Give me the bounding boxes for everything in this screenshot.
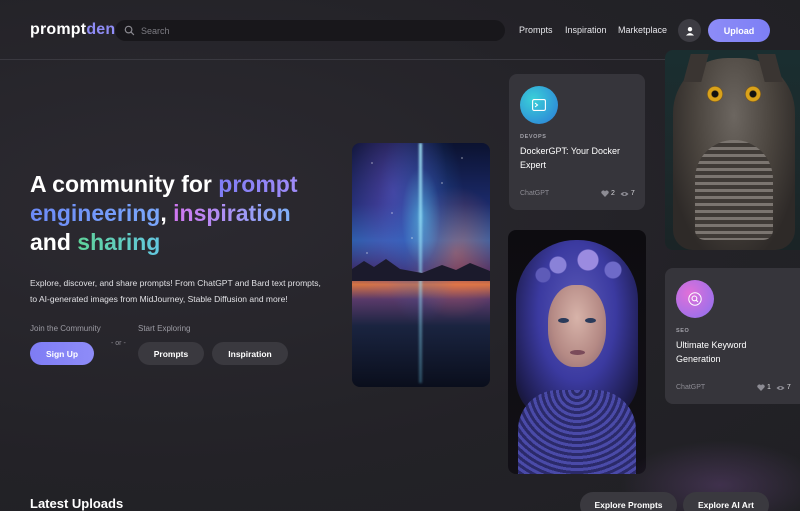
eye-icon xyxy=(776,385,785,390)
prompt-card-dockergpt[interactable]: DEVOPS DockerGPT: Your Docker Expert Cha… xyxy=(509,74,645,210)
latest-uploads-heading: Latest Uploads xyxy=(30,496,124,511)
logo-part-2: den xyxy=(86,21,116,38)
woman-portrait-image[interactable] xyxy=(508,230,646,474)
avatar-button[interactable] xyxy=(678,19,701,42)
nav-prompts[interactable]: Prompts xyxy=(519,25,553,35)
space-landscape-image[interactable] xyxy=(352,143,490,387)
terminal-icon xyxy=(520,86,558,124)
card-likes: 2 xyxy=(611,190,615,197)
card-model: ChatGPT xyxy=(520,190,550,197)
card-category: DEVOPS xyxy=(520,134,547,140)
hero-title-highlight-inspiration: inspiration xyxy=(173,200,291,226)
card-model: ChatGPT xyxy=(676,384,706,391)
logo[interactable]: promptden xyxy=(30,21,115,39)
explore-ai-art-button[interactable]: Explore AI Art xyxy=(683,492,769,511)
nav-inspiration[interactable]: Inspiration xyxy=(565,25,607,35)
heart-icon xyxy=(601,190,609,197)
join-label: Join the Community xyxy=(30,324,101,333)
prompt-card-keyword[interactable]: SEO Ultimate Keyword Generation ChatGPT … xyxy=(665,268,800,404)
owl-eye-right xyxy=(745,86,761,102)
logo-part-1: prompt xyxy=(30,21,87,38)
card-title: Ultimate Keyword Generation xyxy=(676,340,747,364)
or-divider: - or - xyxy=(111,340,126,347)
lace-decoration xyxy=(518,390,636,474)
card-stats: 1 7 xyxy=(757,384,791,391)
card-likes: 1 xyxy=(767,384,771,391)
user-icon xyxy=(685,26,694,35)
explore-prompts-button[interactable]: Explore Prompts xyxy=(580,492,677,511)
search-icon xyxy=(676,280,714,318)
search-icon xyxy=(124,25,135,36)
explore-label: Start Exploring xyxy=(138,324,191,333)
page: promptden Prompts Inspiration Marketplac… xyxy=(0,0,800,511)
hero-title-highlight-sharing: sharing xyxy=(77,229,161,255)
lips-decoration xyxy=(570,350,585,355)
search-bar[interactable] xyxy=(115,20,505,41)
owl-image[interactable] xyxy=(665,50,800,250)
owl-eye-left xyxy=(707,86,723,102)
hero-title: A community for prompt engineering, insp… xyxy=(30,170,330,257)
card-title: DockerGPT: Your Docker Expert xyxy=(520,146,621,170)
card-views: 7 xyxy=(630,190,635,197)
hero-title-text-1: A community for xyxy=(30,171,219,197)
eye-left-decoration xyxy=(558,318,569,323)
eye-icon xyxy=(620,191,629,196)
signup-button[interactable]: Sign Up xyxy=(30,342,94,365)
flowers-decoration xyxy=(528,240,628,290)
heart-icon xyxy=(757,384,765,391)
hero-title-highlight-engineering: engineering xyxy=(30,200,161,226)
card-category: SEO xyxy=(676,328,690,334)
search-input[interactable] xyxy=(141,25,481,36)
owl-chest-decoration xyxy=(695,140,773,240)
eye-right-decoration xyxy=(585,318,596,323)
hero-description: Explore, discover, and share prompts! Fr… xyxy=(30,278,321,304)
upload-button[interactable]: Upload xyxy=(708,19,770,42)
hero-title-highlight-prompt: prompt xyxy=(218,171,298,197)
nav-marketplace[interactable]: Marketplace xyxy=(618,25,667,35)
mountains-decoration xyxy=(352,259,490,281)
inspiration-button[interactable]: Inspiration xyxy=(212,342,288,365)
card-stats: 2 7 xyxy=(601,190,635,197)
card-views: 7 xyxy=(786,384,791,391)
hero-title-comma: , xyxy=(160,200,174,226)
prompts-button[interactable]: Prompts xyxy=(138,342,204,365)
hero-title-text-and: and xyxy=(30,229,78,255)
